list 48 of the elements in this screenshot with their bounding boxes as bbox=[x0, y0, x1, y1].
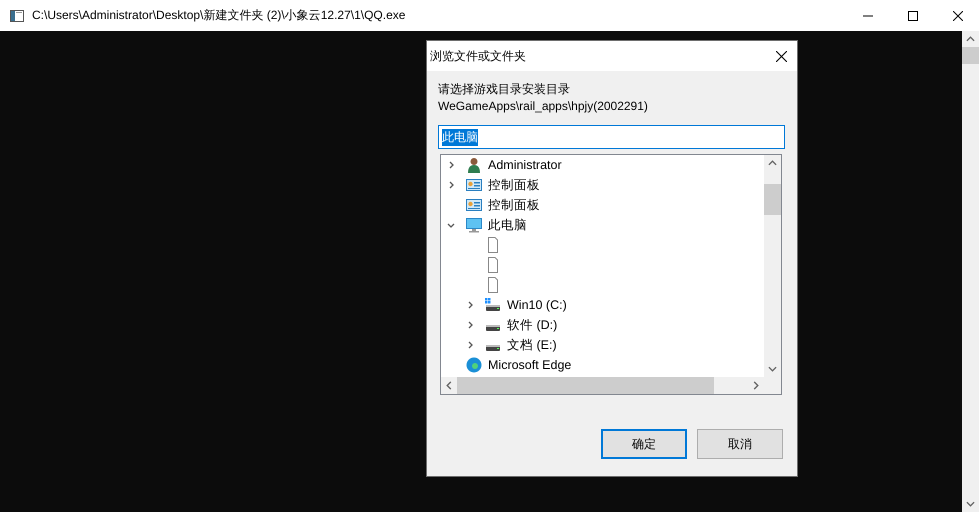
file-icon bbox=[485, 237, 501, 253]
browser-icon bbox=[466, 357, 482, 373]
drive-icon bbox=[485, 324, 501, 332]
user-icon bbox=[466, 157, 482, 173]
console-scrollbar[interactable] bbox=[962, 31, 979, 512]
scroll-right-icon[interactable] bbox=[753, 381, 759, 390]
scroll-down-icon[interactable] bbox=[966, 501, 975, 507]
control-panel-icon bbox=[466, 177, 482, 193]
console-icon bbox=[10, 10, 24, 22]
instruction-text: 请选择游戏目录安装目录 bbox=[438, 81, 571, 98]
chevron-right-icon[interactable] bbox=[449, 161, 454, 169]
close-icon[interactable] bbox=[953, 10, 963, 20]
ok-button[interactable]: 确定 bbox=[601, 429, 687, 459]
drive-icon bbox=[485, 344, 501, 352]
tree-item[interactable]: Microsoft Edge bbox=[488, 358, 572, 372]
monitor-icon bbox=[466, 217, 482, 233]
scroll-thumb[interactable] bbox=[764, 184, 781, 215]
scroll-thumb[interactable] bbox=[962, 47, 979, 64]
close-icon[interactable] bbox=[776, 50, 787, 62]
drive-icon bbox=[485, 297, 501, 313]
tree-item[interactable]: 文档 (E:) bbox=[507, 336, 557, 354]
maximize-icon[interactable] bbox=[908, 10, 918, 20]
tree-item[interactable]: 此电脑 bbox=[488, 216, 527, 234]
folder-field[interactable]: 此电脑 bbox=[438, 125, 785, 149]
chevron-right-icon[interactable] bbox=[468, 321, 473, 329]
chevron-right-icon[interactable] bbox=[449, 181, 454, 189]
control-panel-icon bbox=[466, 197, 482, 213]
dialog-title: 浏览文件或文件夹 bbox=[430, 48, 526, 64]
path-text: WeGameApps\rail_apps\hpjy(2002291) bbox=[438, 98, 649, 115]
chevron-right-icon[interactable] bbox=[468, 301, 473, 309]
tree-item[interactable]: 控制面板 bbox=[488, 176, 540, 194]
tree-item[interactable]: Administrator bbox=[488, 158, 562, 172]
tree-item[interactable]: Win10 (C:) bbox=[507, 298, 567, 312]
tree-item[interactable]: 控制面板 bbox=[488, 196, 540, 214]
window-title: C:\Users\Administrator\Desktop\新建文件夹 (2)\小象云12.27\1\QQ.exe bbox=[32, 7, 406, 24]
scroll-up-icon[interactable] bbox=[768, 160, 777, 166]
chevron-down-icon[interactable] bbox=[447, 222, 455, 228]
folder-tree[interactable]: Administrator 控制面板 控制面板 此电脑 Win10 (C:) 软件 (D:) 文档 (E:) Microsoft Edge bbox=[440, 154, 782, 395]
tree-item[interactable]: 软件 (D:) bbox=[507, 316, 558, 334]
file-icon bbox=[485, 277, 501, 293]
scroll-thumb[interactable] bbox=[457, 377, 714, 394]
cancel-button[interactable]: 取消 bbox=[697, 429, 783, 459]
vertical-scrollbar[interactable] bbox=[764, 155, 781, 377]
file-icon bbox=[485, 257, 501, 273]
scroll-down-icon[interactable] bbox=[768, 366, 777, 372]
chevron-right-icon[interactable] bbox=[468, 341, 473, 349]
scroll-left-icon[interactable] bbox=[446, 381, 452, 390]
scroll-up-icon[interactable] bbox=[966, 36, 975, 42]
